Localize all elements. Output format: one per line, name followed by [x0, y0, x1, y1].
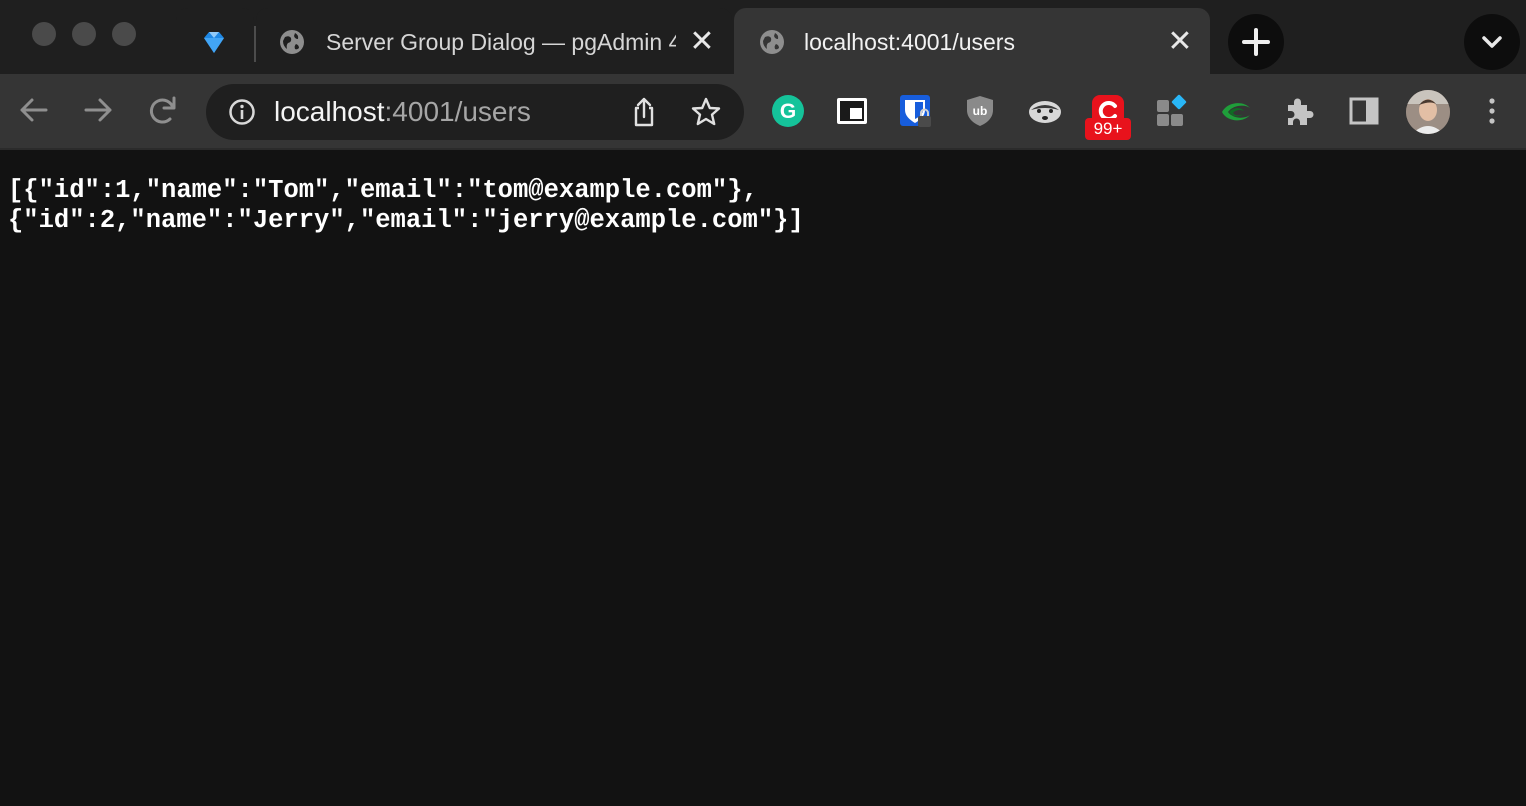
tab-search-button[interactable] [1464, 14, 1520, 70]
tab-pgadmin[interactable]: Server Group Dialog — pgAdmin 4 ✕ [256, 8, 732, 74]
info-icon[interactable] [228, 98, 256, 126]
diamond-icon [204, 32, 224, 53]
grammarly-letter: G [780, 100, 796, 123]
forward-arrow-icon[interactable] [76, 88, 120, 132]
kebab-menu-icon[interactable] [1476, 94, 1508, 128]
bitwarden-icon[interactable] [899, 94, 933, 128]
tab-localhost-users[interactable]: localhost:4001/users ✕ [734, 8, 1210, 74]
tab-title: Server Group Dialog — pgAdmin 4 [326, 29, 676, 55]
nvidia-icon[interactable] [1219, 94, 1253, 128]
new-tab-button[interactable] [1228, 14, 1284, 70]
globe-icon [760, 30, 784, 54]
json-line: {"id":2,"name":"Jerry","email":"jerry@ex… [8, 206, 804, 235]
privacy-badger-icon[interactable] [1027, 94, 1063, 128]
profile-avatar[interactable] [1406, 90, 1450, 134]
chevron-down-icon [1482, 36, 1502, 48]
close-window-button[interactable] [32, 22, 56, 46]
url-host: localhost [274, 96, 385, 127]
puzzle-icon[interactable] [1283, 94, 1317, 128]
json-response: [{"id":1,"name":"Tom","email":"tom@examp… [8, 176, 804, 236]
picture-in-picture-icon[interactable] [835, 94, 869, 128]
tab-close-button[interactable]: ✕ [1166, 27, 1194, 57]
minimize-window-button[interactable] [72, 22, 96, 46]
json-line: [{"id":1,"name":"Tom","email":"tom@examp… [8, 176, 758, 205]
zoom-window-button[interactable] [112, 22, 136, 46]
ublock-label: ub [973, 104, 988, 118]
browser-window: Server Group Dialog — pgAdmin 4 ✕ localh… [0, 0, 1526, 806]
back-arrow-icon[interactable] [12, 88, 56, 132]
url-path: :4001/users [384, 96, 531, 127]
address-bar[interactable]: localhost:4001/users [206, 84, 744, 140]
browser-toolbar: localhost:4001/users G ub [0, 74, 1526, 150]
address-url[interactable]: localhost:4001/users [274, 97, 531, 127]
tab-strip: Server Group Dialog — pgAdmin 4 ✕ localh… [0, 0, 1526, 76]
bookmark-star-icon[interactable] [690, 96, 722, 128]
side-panel-icon[interactable] [1347, 94, 1381, 128]
apps-icon[interactable] [1155, 94, 1189, 128]
ublock-origin-icon[interactable]: ub [963, 94, 997, 128]
cashback-badge: 99+ [1085, 118, 1131, 140]
plus-icon [1242, 28, 1270, 56]
tab-close-button[interactable]: ✕ [688, 27, 716, 57]
share-icon[interactable] [628, 96, 660, 128]
tab-pinned-diamond[interactable] [176, 8, 254, 74]
tab-title: localhost:4001/users [804, 29, 1015, 55]
reload-icon[interactable] [140, 88, 184, 132]
grammarly-icon[interactable]: G [771, 94, 805, 128]
avatar-image [1406, 90, 1450, 134]
globe-icon [280, 30, 304, 54]
page-content: [{"id":1,"name":"Tom","email":"tom@examp… [0, 150, 1526, 806]
